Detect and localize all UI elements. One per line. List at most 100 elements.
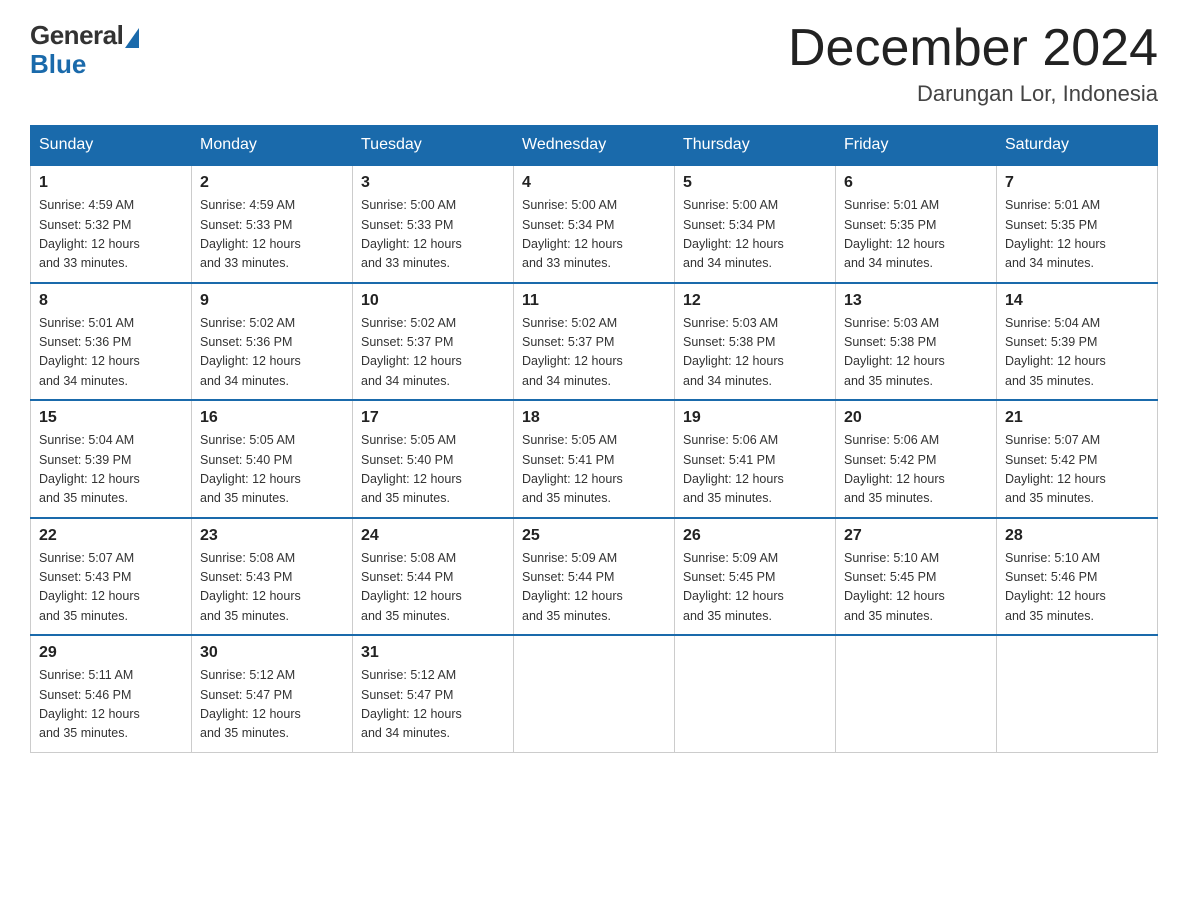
day-number: 7 bbox=[1005, 174, 1149, 192]
calendar-cell: 12 Sunrise: 5:03 AMSunset: 5:38 PMDaylig… bbox=[675, 283, 836, 401]
day-info: Sunrise: 5:04 AMSunset: 5:39 PMDaylight:… bbox=[39, 433, 140, 505]
day-of-week-header: Monday bbox=[192, 126, 353, 166]
day-info: Sunrise: 5:01 AMSunset: 5:35 PMDaylight:… bbox=[844, 198, 945, 270]
calendar-week-row: 1 Sunrise: 4:59 AMSunset: 5:32 PMDayligh… bbox=[31, 165, 1158, 283]
calendar-cell: 23 Sunrise: 5:08 AMSunset: 5:43 PMDaylig… bbox=[192, 518, 353, 636]
calendar-cell bbox=[675, 635, 836, 752]
calendar-cell: 16 Sunrise: 5:05 AMSunset: 5:40 PMDaylig… bbox=[192, 400, 353, 518]
day-info: Sunrise: 5:02 AMSunset: 5:37 PMDaylight:… bbox=[522, 316, 623, 388]
day-info: Sunrise: 5:05 AMSunset: 5:40 PMDaylight:… bbox=[200, 433, 301, 505]
calendar-cell: 13 Sunrise: 5:03 AMSunset: 5:38 PMDaylig… bbox=[836, 283, 997, 401]
logo-general-text: General bbox=[30, 20, 123, 51]
logo: General Blue bbox=[30, 20, 139, 80]
calendar-cell: 7 Sunrise: 5:01 AMSunset: 5:35 PMDayligh… bbox=[997, 165, 1158, 283]
calendar-cell: 8 Sunrise: 5:01 AMSunset: 5:36 PMDayligh… bbox=[31, 283, 192, 401]
calendar-cell: 10 Sunrise: 5:02 AMSunset: 5:37 PMDaylig… bbox=[353, 283, 514, 401]
calendar-cell: 3 Sunrise: 5:00 AMSunset: 5:33 PMDayligh… bbox=[353, 165, 514, 283]
calendar-week-row: 8 Sunrise: 5:01 AMSunset: 5:36 PMDayligh… bbox=[31, 283, 1158, 401]
day-number: 21 bbox=[1005, 409, 1149, 427]
subtitle: Darungan Lor, Indonesia bbox=[788, 81, 1158, 107]
calendar-cell: 24 Sunrise: 5:08 AMSunset: 5:44 PMDaylig… bbox=[353, 518, 514, 636]
day-number: 6 bbox=[844, 174, 988, 192]
day-number: 17 bbox=[361, 409, 505, 427]
day-of-week-header: Sunday bbox=[31, 126, 192, 166]
calendar-cell: 22 Sunrise: 5:07 AMSunset: 5:43 PMDaylig… bbox=[31, 518, 192, 636]
calendar-week-row: 15 Sunrise: 5:04 AMSunset: 5:39 PMDaylig… bbox=[31, 400, 1158, 518]
day-info: Sunrise: 5:05 AMSunset: 5:40 PMDaylight:… bbox=[361, 433, 462, 505]
day-info: Sunrise: 5:11 AMSunset: 5:46 PMDaylight:… bbox=[39, 668, 140, 740]
day-number: 12 bbox=[683, 292, 827, 310]
day-info: Sunrise: 5:01 AMSunset: 5:36 PMDaylight:… bbox=[39, 316, 140, 388]
day-number: 30 bbox=[200, 644, 344, 662]
day-number: 13 bbox=[844, 292, 988, 310]
day-info: Sunrise: 5:09 AMSunset: 5:44 PMDaylight:… bbox=[522, 551, 623, 623]
day-number: 15 bbox=[39, 409, 183, 427]
day-number: 11 bbox=[522, 292, 666, 310]
day-number: 31 bbox=[361, 644, 505, 662]
logo-triangle-icon bbox=[125, 28, 139, 48]
day-number: 14 bbox=[1005, 292, 1149, 310]
day-info: Sunrise: 5:01 AMSunset: 5:35 PMDaylight:… bbox=[1005, 198, 1106, 270]
calendar-cell: 14 Sunrise: 5:04 AMSunset: 5:39 PMDaylig… bbox=[997, 283, 1158, 401]
calendar-cell: 6 Sunrise: 5:01 AMSunset: 5:35 PMDayligh… bbox=[836, 165, 997, 283]
day-info: Sunrise: 5:09 AMSunset: 5:45 PMDaylight:… bbox=[683, 551, 784, 623]
calendar-cell bbox=[836, 635, 997, 752]
day-info: Sunrise: 5:06 AMSunset: 5:41 PMDaylight:… bbox=[683, 433, 784, 505]
day-info: Sunrise: 5:03 AMSunset: 5:38 PMDaylight:… bbox=[844, 316, 945, 388]
calendar-cell: 27 Sunrise: 5:10 AMSunset: 5:45 PMDaylig… bbox=[836, 518, 997, 636]
day-info: Sunrise: 5:00 AMSunset: 5:33 PMDaylight:… bbox=[361, 198, 462, 270]
day-of-week-header: Saturday bbox=[997, 126, 1158, 166]
day-number: 8 bbox=[39, 292, 183, 310]
day-info: Sunrise: 4:59 AMSunset: 5:32 PMDaylight:… bbox=[39, 198, 140, 270]
calendar-cell: 2 Sunrise: 4:59 AMSunset: 5:33 PMDayligh… bbox=[192, 165, 353, 283]
day-number: 3 bbox=[361, 174, 505, 192]
calendar-cell: 17 Sunrise: 5:05 AMSunset: 5:40 PMDaylig… bbox=[353, 400, 514, 518]
day-number: 23 bbox=[200, 527, 344, 545]
calendar-cell: 21 Sunrise: 5:07 AMSunset: 5:42 PMDaylig… bbox=[997, 400, 1158, 518]
day-info: Sunrise: 5:00 AMSunset: 5:34 PMDaylight:… bbox=[683, 198, 784, 270]
day-number: 25 bbox=[522, 527, 666, 545]
day-info: Sunrise: 5:06 AMSunset: 5:42 PMDaylight:… bbox=[844, 433, 945, 505]
day-number: 9 bbox=[200, 292, 344, 310]
title-block: December 2024 Darungan Lor, Indonesia bbox=[788, 20, 1158, 107]
calendar-cell: 19 Sunrise: 5:06 AMSunset: 5:41 PMDaylig… bbox=[675, 400, 836, 518]
day-of-week-header: Wednesday bbox=[514, 126, 675, 166]
day-number: 4 bbox=[522, 174, 666, 192]
calendar-cell: 9 Sunrise: 5:02 AMSunset: 5:36 PMDayligh… bbox=[192, 283, 353, 401]
day-number: 18 bbox=[522, 409, 666, 427]
page-header: General Blue December 2024 Darungan Lor,… bbox=[30, 20, 1158, 107]
calendar-cell bbox=[514, 635, 675, 752]
day-number: 29 bbox=[39, 644, 183, 662]
day-number: 20 bbox=[844, 409, 988, 427]
day-info: Sunrise: 5:03 AMSunset: 5:38 PMDaylight:… bbox=[683, 316, 784, 388]
day-number: 26 bbox=[683, 527, 827, 545]
calendar-week-row: 29 Sunrise: 5:11 AMSunset: 5:46 PMDaylig… bbox=[31, 635, 1158, 752]
day-info: Sunrise: 5:04 AMSunset: 5:39 PMDaylight:… bbox=[1005, 316, 1106, 388]
day-info: Sunrise: 5:02 AMSunset: 5:36 PMDaylight:… bbox=[200, 316, 301, 388]
day-number: 1 bbox=[39, 174, 183, 192]
calendar-cell: 29 Sunrise: 5:11 AMSunset: 5:46 PMDaylig… bbox=[31, 635, 192, 752]
calendar-table: SundayMondayTuesdayWednesdayThursdayFrid… bbox=[30, 125, 1158, 753]
day-of-week-header: Tuesday bbox=[353, 126, 514, 166]
calendar-cell: 20 Sunrise: 5:06 AMSunset: 5:42 PMDaylig… bbox=[836, 400, 997, 518]
day-info: Sunrise: 5:05 AMSunset: 5:41 PMDaylight:… bbox=[522, 433, 623, 505]
day-info: Sunrise: 5:10 AMSunset: 5:46 PMDaylight:… bbox=[1005, 551, 1106, 623]
calendar-cell: 15 Sunrise: 5:04 AMSunset: 5:39 PMDaylig… bbox=[31, 400, 192, 518]
day-info: Sunrise: 5:07 AMSunset: 5:42 PMDaylight:… bbox=[1005, 433, 1106, 505]
calendar-cell: 26 Sunrise: 5:09 AMSunset: 5:45 PMDaylig… bbox=[675, 518, 836, 636]
day-number: 2 bbox=[200, 174, 344, 192]
day-number: 10 bbox=[361, 292, 505, 310]
calendar-cell: 1 Sunrise: 4:59 AMSunset: 5:32 PMDayligh… bbox=[31, 165, 192, 283]
day-info: Sunrise: 4:59 AMSunset: 5:33 PMDaylight:… bbox=[200, 198, 301, 270]
day-info: Sunrise: 5:00 AMSunset: 5:34 PMDaylight:… bbox=[522, 198, 623, 270]
day-number: 24 bbox=[361, 527, 505, 545]
calendar-week-row: 22 Sunrise: 5:07 AMSunset: 5:43 PMDaylig… bbox=[31, 518, 1158, 636]
calendar-cell: 18 Sunrise: 5:05 AMSunset: 5:41 PMDaylig… bbox=[514, 400, 675, 518]
day-info: Sunrise: 5:02 AMSunset: 5:37 PMDaylight:… bbox=[361, 316, 462, 388]
calendar-cell: 25 Sunrise: 5:09 AMSunset: 5:44 PMDaylig… bbox=[514, 518, 675, 636]
day-info: Sunrise: 5:07 AMSunset: 5:43 PMDaylight:… bbox=[39, 551, 140, 623]
day-number: 5 bbox=[683, 174, 827, 192]
main-title: December 2024 bbox=[788, 20, 1158, 77]
day-number: 19 bbox=[683, 409, 827, 427]
day-info: Sunrise: 5:08 AMSunset: 5:43 PMDaylight:… bbox=[200, 551, 301, 623]
